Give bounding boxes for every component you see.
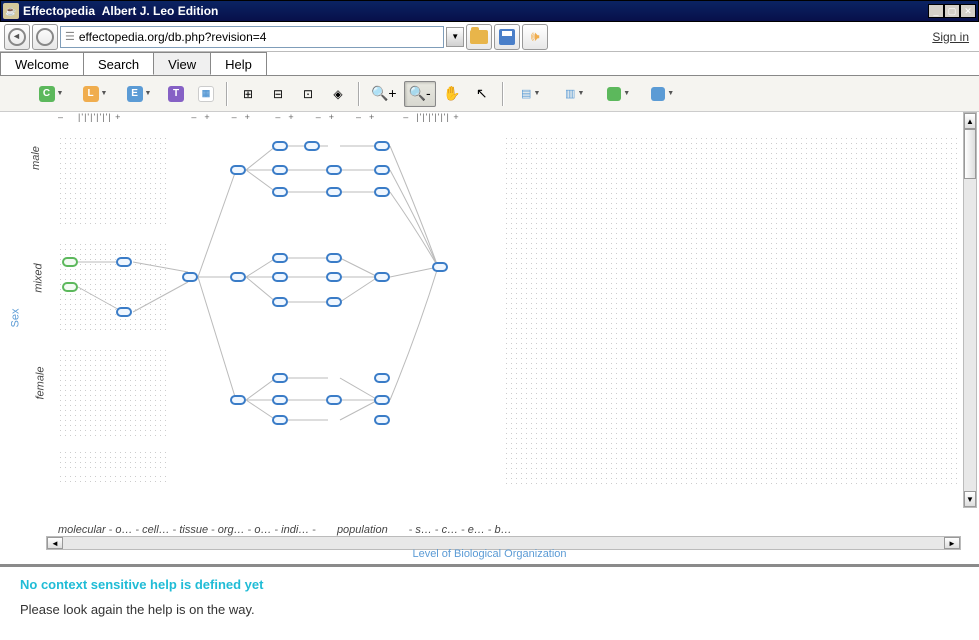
- pathway-node[interactable]: [62, 282, 78, 292]
- y-tick-female: female: [35, 366, 47, 399]
- pathway-node[interactable]: [272, 415, 288, 425]
- help-text: Please look again the help is on the way…: [20, 602, 959, 617]
- x-ticks: molecular- o…- cell…- tissue- org…- o…- …: [58, 524, 961, 538]
- effect-tool[interactable]: E▼: [118, 81, 160, 107]
- pan-tool[interactable]: ✋: [438, 81, 466, 107]
- pathway-node[interactable]: [272, 187, 288, 197]
- scroll-up-button[interactable]: ▲: [964, 113, 976, 129]
- pathway-node[interactable]: [272, 395, 288, 405]
- pathway-node[interactable]: [326, 253, 342, 263]
- grid-tool[interactable]: ▦: [192, 81, 220, 107]
- help-title: No context sensitive help is defined yet: [20, 577, 959, 592]
- maximize-button[interactable]: ▢: [944, 4, 960, 18]
- titlebar-text: Effectopedia Albert J. Leo Edition: [23, 4, 928, 18]
- pathway-node[interactable]: [230, 395, 246, 405]
- diagram-area[interactable]: [58, 122, 961, 508]
- pathway-node[interactable]: [116, 307, 132, 317]
- pathway-node[interactable]: [230, 165, 246, 175]
- scroll-down-button[interactable]: ▼: [964, 491, 976, 507]
- main-tabs: Welcome Search View Help: [0, 52, 979, 76]
- url-bar[interactable]: ☰: [60, 26, 444, 48]
- back-button[interactable]: [4, 24, 30, 50]
- pathway-node[interactable]: [272, 165, 288, 175]
- help-panel: No context sensitive help is defined yet…: [0, 564, 979, 639]
- pathway-node[interactable]: [326, 165, 342, 175]
- pathway-node[interactable]: [326, 395, 342, 405]
- pathway-node[interactable]: [272, 272, 288, 282]
- view-option-3[interactable]: ▼: [598, 81, 640, 107]
- layout-tool-3[interactable]: ⊡: [294, 81, 322, 107]
- element-toolbar: C▼ L▼ E▼ T ▦ ⊞ ⊟ ⊡ ◈ 🔍+ 🔍- ✋ ↖ ▤▼ ▥▼ ▼ ▼: [0, 76, 979, 112]
- scroll-right-button[interactable]: ►: [944, 537, 960, 549]
- tab-search[interactable]: Search: [83, 52, 154, 75]
- url-input[interactable]: [79, 30, 439, 44]
- pathway-node[interactable]: [326, 272, 342, 282]
- stop-button[interactable]: [32, 24, 58, 50]
- pathway-canvas[interactable]: – |'|'|'|'|'| + – + – + – + – + – + – |'…: [0, 112, 979, 564]
- titlebar: ☕ Effectopedia Albert J. Leo Edition _ ▢…: [0, 0, 979, 22]
- ruler-marks: – |'|'|'|'|'| + – + – + – + – + – + – |'…: [58, 112, 961, 120]
- test-tool[interactable]: T: [162, 81, 190, 107]
- link-tool[interactable]: L▼: [74, 81, 116, 107]
- zoom-in-button[interactable]: 🔍+: [366, 81, 402, 107]
- edges: [58, 122, 958, 508]
- url-icon: ☰: [65, 30, 75, 43]
- pathway-node[interactable]: [432, 262, 448, 272]
- pathway-node[interactable]: [116, 257, 132, 267]
- nav-toolbar: ☰ ▼ 🕪 Sign in: [0, 22, 979, 52]
- y-tick-mixed: mixed: [33, 263, 45, 292]
- save-button[interactable]: [494, 24, 520, 50]
- pathway-node[interactable]: [304, 141, 320, 151]
- layout-tool-4[interactable]: ◈: [324, 81, 352, 107]
- open-folder-button[interactable]: [466, 24, 492, 50]
- layout-tool-1[interactable]: ⊞: [234, 81, 262, 107]
- pathway-node[interactable]: [182, 272, 198, 282]
- pathway-node[interactable]: [374, 395, 390, 405]
- y-tick-male: male: [30, 146, 42, 170]
- sound-button[interactable]: 🕪: [522, 24, 548, 50]
- url-dropdown-button[interactable]: ▼: [446, 27, 464, 47]
- minimize-button[interactable]: _: [928, 4, 944, 18]
- pathway-node[interactable]: [272, 373, 288, 383]
- app-icon: ☕: [3, 3, 19, 19]
- pathway-node[interactable]: [374, 187, 390, 197]
- tab-view[interactable]: View: [153, 52, 211, 75]
- x-axis-label: Level of Biological Organization: [412, 548, 566, 560]
- vertical-scrollbar[interactable]: ▲ ▼: [963, 112, 977, 508]
- pointer-tool[interactable]: ↖: [468, 81, 496, 107]
- pathway-node[interactable]: [374, 415, 390, 425]
- tab-help[interactable]: Help: [210, 52, 267, 75]
- view-option-2[interactable]: ▥▼: [554, 81, 596, 107]
- pathway-node[interactable]: [374, 272, 390, 282]
- pathway-node[interactable]: [272, 253, 288, 263]
- scroll-thumb[interactable]: [964, 129, 976, 179]
- pathway-node[interactable]: [62, 257, 78, 267]
- y-axis-label: Sex: [9, 309, 21, 328]
- pathway-node[interactable]: [326, 297, 342, 307]
- pathway-node[interactable]: [230, 272, 246, 282]
- pathway-node[interactable]: [326, 187, 342, 197]
- zoom-out-button[interactable]: 🔍-: [404, 81, 436, 107]
- pathway-node[interactable]: [272, 297, 288, 307]
- pathway-node[interactable]: [272, 141, 288, 151]
- close-button[interactable]: ✕: [960, 4, 976, 18]
- pathway-node[interactable]: [374, 141, 390, 151]
- chemical-tool[interactable]: C▼: [30, 81, 72, 107]
- view-option-4[interactable]: ▼: [642, 81, 684, 107]
- tab-welcome[interactable]: Welcome: [0, 52, 84, 75]
- pathway-node[interactable]: [374, 165, 390, 175]
- scroll-left-button[interactable]: ◄: [47, 537, 63, 549]
- view-option-1[interactable]: ▤▼: [510, 81, 552, 107]
- signin-link[interactable]: Sign in: [926, 30, 975, 44]
- pathway-node[interactable]: [374, 373, 390, 383]
- layout-tool-2[interactable]: ⊟: [264, 81, 292, 107]
